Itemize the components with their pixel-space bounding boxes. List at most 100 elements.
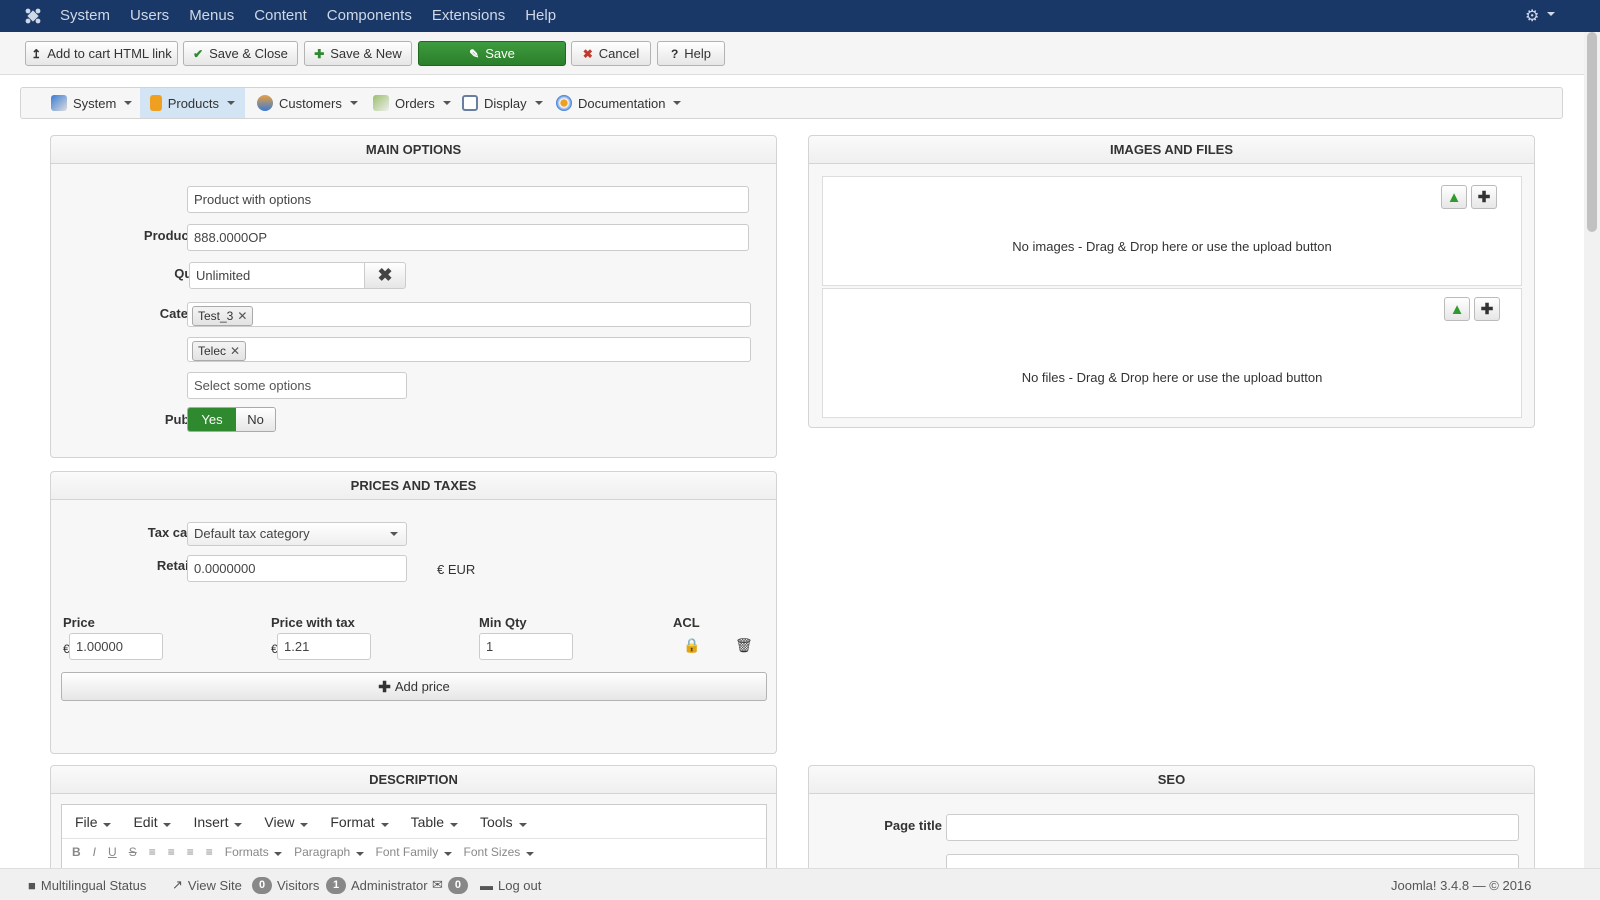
- font-family-dropdown[interactable]: Font Family: [376, 845, 452, 859]
- top-menu-content[interactable]: Content: [244, 0, 317, 32]
- page-title-label: Page title: [884, 818, 942, 833]
- settings-caret-icon[interactable]: [1547, 12, 1555, 16]
- quantity-input[interactable]: Unlimited: [189, 262, 365, 289]
- editor-menu-file[interactable]: File: [75, 814, 112, 830]
- submenu-display[interactable]: Display: [452, 88, 553, 118]
- tax-category-value: Default tax category: [194, 526, 310, 541]
- chevron-down-icon: [525, 852, 534, 856]
- chevron-down-icon: [518, 822, 527, 827]
- align-right-icon[interactable]: ≡: [187, 845, 194, 859]
- add-to-cart-link-button[interactable]: ↥ Add to cart HTML link: [25, 41, 178, 66]
- upload-image-button[interactable]: ▲: [1441, 185, 1467, 209]
- joomla-logo-icon[interactable]: [16, 0, 50, 32]
- bold-icon[interactable]: B: [72, 845, 81, 859]
- messages-counter[interactable]: ✉ 0: [432, 869, 468, 900]
- chevron-down-icon: [227, 101, 235, 105]
- plus-icon: ✚: [1477, 189, 1491, 206]
- top-menu-menus[interactable]: Menus: [179, 0, 244, 32]
- tax-category-select[interactable]: Default tax category: [187, 522, 407, 546]
- top-menu-components[interactable]: Components: [317, 0, 422, 32]
- product-code-input[interactable]: 888.0000OP: [187, 224, 749, 251]
- page-scrollbar[interactable]: [1584, 32, 1600, 868]
- add-price-button[interactable]: ✚ Add price: [61, 672, 767, 701]
- top-menu-extensions[interactable]: Extensions: [422, 0, 515, 32]
- images-dropzone[interactable]: ▲ ✚ No images - Drag & Drop here or use …: [822, 176, 1522, 286]
- comment-icon: ■: [28, 877, 36, 893]
- settings-gear-icon[interactable]: ⚙: [1525, 6, 1539, 26]
- editor-menu-view[interactable]: View: [264, 814, 309, 830]
- min-qty-input[interactable]: 1: [479, 633, 573, 660]
- brand-chip-label: Telec: [198, 344, 227, 358]
- submenu-customers-label: Customers: [279, 95, 342, 111]
- editor-menu-tools[interactable]: Tools: [480, 814, 527, 830]
- submenu-system[interactable]: System: [41, 88, 142, 118]
- brand-chip[interactable]: Telec ✕: [192, 341, 247, 361]
- submenu-customers[interactable]: Customers: [247, 88, 368, 118]
- submenu-orders[interactable]: Orders: [363, 88, 461, 118]
- align-justify-icon[interactable]: ≡: [206, 845, 213, 859]
- category-chip-label: Test_3: [198, 309, 234, 323]
- price-with-tax-input[interactable]: 1.21: [277, 633, 371, 660]
- save-new-button[interactable]: ✚ Save & New: [304, 41, 412, 66]
- logout-label: Log out: [498, 877, 542, 893]
- published-no-button[interactable]: No: [236, 408, 275, 431]
- help-button[interactable]: ? Help: [657, 41, 725, 66]
- remove-chip-icon[interactable]: ✕: [237, 307, 247, 325]
- name-input[interactable]: Product with options: [187, 186, 749, 213]
- editor-menu-format[interactable]: Format: [330, 813, 389, 830]
- seo-heading: SEO: [809, 766, 1534, 794]
- editor-menu-format-label: Format: [330, 813, 375, 830]
- envelope-icon: ✉: [432, 877, 443, 892]
- font-sizes-dropdown[interactable]: Font Sizes: [464, 845, 534, 859]
- top-menu-help[interactable]: Help: [515, 0, 566, 32]
- trash-icon[interactable]: 🗑: [735, 637, 753, 654]
- strikethrough-icon[interactable]: S: [129, 845, 137, 859]
- published-toggle: Yes No: [187, 407, 276, 432]
- brand-select[interactable]: Telec ✕: [187, 337, 751, 362]
- add-file-button[interactable]: ✚: [1474, 297, 1500, 321]
- save-close-button[interactable]: ✔ Save & Close: [183, 41, 298, 66]
- administrator-counter: 1 Administrator: [326, 869, 428, 900]
- chevron-down-icon: [103, 822, 112, 827]
- upload-file-button[interactable]: ▲: [1444, 297, 1470, 321]
- underline-icon[interactable]: U: [108, 845, 117, 859]
- lock-icon[interactable]: 🔒: [683, 637, 700, 654]
- administrator-badge: 1: [326, 876, 346, 894]
- paragraph-dropdown[interactable]: Paragraph: [294, 845, 364, 859]
- logout-link[interactable]: ▬ Log out: [480, 869, 541, 900]
- multilingual-status-link[interactable]: ■ Multilingual Status: [28, 869, 146, 900]
- submenu-documentation[interactable]: Documentation: [546, 88, 691, 118]
- italic-icon[interactable]: I: [93, 845, 96, 859]
- editor-menu-tools-label: Tools: [479, 813, 513, 830]
- editor-menu-insert-label: Insert: [193, 813, 229, 830]
- retail-price-input[interactable]: 0.0000000: [187, 555, 407, 582]
- add-image-button[interactable]: ✚: [1471, 185, 1497, 209]
- editor-menu-edit[interactable]: Edit: [133, 814, 172, 830]
- remove-chip-icon[interactable]: ✕: [230, 342, 240, 360]
- editor-menu-insert[interactable]: Insert: [193, 813, 243, 830]
- price-input[interactable]: 1.00000: [69, 633, 163, 660]
- align-center-icon[interactable]: ≡: [168, 845, 175, 859]
- top-menu-system[interactable]: System: [50, 0, 120, 32]
- main-options-panel: MAIN OPTIONS Name Product with options P…: [50, 135, 777, 458]
- scrollbar-thumb[interactable]: [1587, 32, 1597, 232]
- tags-input[interactable]: Select some options: [187, 372, 407, 399]
- clear-quantity-button[interactable]: ✖: [364, 262, 406, 289]
- published-yes-button[interactable]: Yes: [188, 408, 236, 431]
- edit-icon: ✎: [469, 46, 480, 61]
- editor-menu-table[interactable]: Table: [411, 814, 458, 830]
- category-chip[interactable]: Test_3 ✕: [192, 306, 254, 326]
- page-title-input[interactable]: [946, 814, 1519, 841]
- cancel-button[interactable]: ✖ Cancel: [571, 41, 651, 66]
- files-dropzone[interactable]: ▲ ✚ No files - Drag & Drop here or use t…: [822, 288, 1522, 418]
- top-menu-users[interactable]: Users: [120, 0, 179, 32]
- save-button[interactable]: ✎ Save: [418, 41, 566, 66]
- submenu-products[interactable]: Products: [140, 88, 245, 118]
- formats-dropdown[interactable]: Formats: [225, 845, 283, 859]
- categories-select[interactable]: Test_3 ✕: [187, 302, 751, 327]
- chevron-down-icon: [390, 532, 398, 536]
- align-left-icon[interactable]: ≡: [149, 845, 156, 859]
- chevron-down-icon: [300, 822, 309, 827]
- view-site-link[interactable]: ↗ View Site: [172, 869, 242, 900]
- upload-icon: ▲: [1446, 188, 1462, 206]
